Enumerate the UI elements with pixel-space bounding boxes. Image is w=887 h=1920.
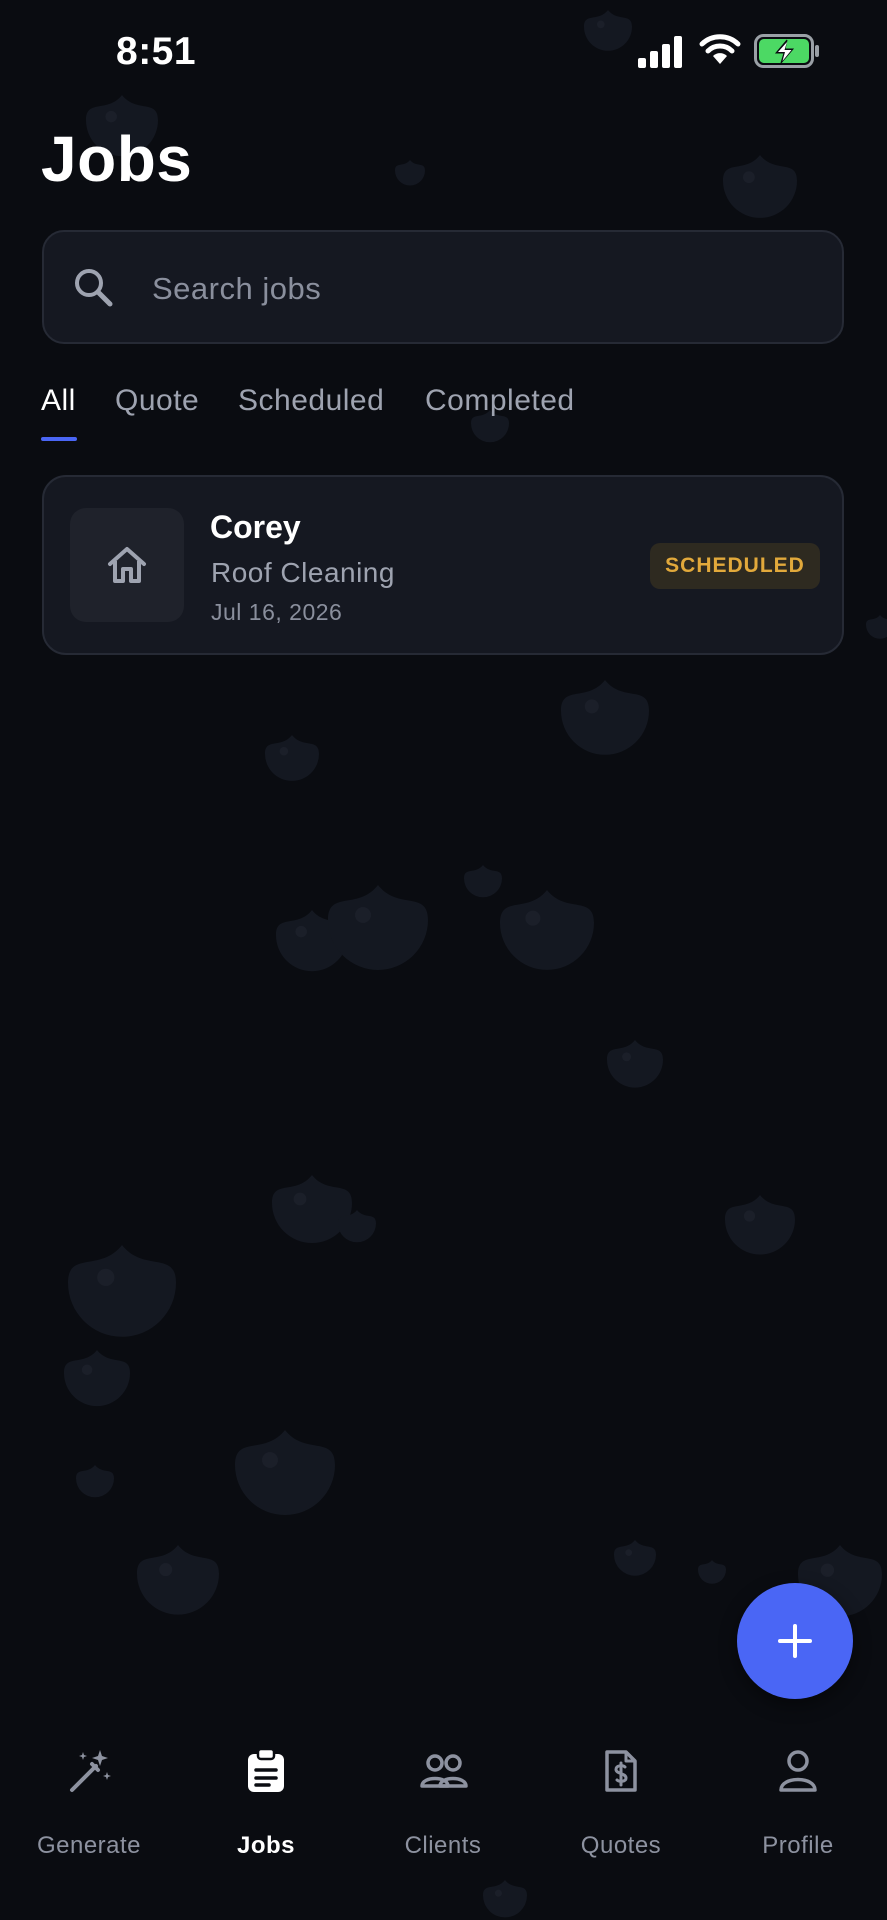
job-date: Jul 16, 2026 [211,599,343,625]
raindrop-highlight [355,907,371,923]
raindrop-shape [137,1545,219,1615]
clipboard-icon [248,1748,284,1792]
nav-label-profile: Profile [762,1832,834,1859]
raindrop-highlight [820,1563,835,1577]
raindrop-shape [464,865,502,898]
raindrop-shape [866,615,887,639]
search-bar[interactable] [42,230,844,344]
nav-item-jobs[interactable]: Jobs [186,1748,346,1859]
battery-charging-icon [754,34,819,68]
bottom-nav: Generate Jobs Clients Quotes Profile [0,1720,887,1920]
raindrop-shape [500,890,594,970]
search-input[interactable] [150,258,804,320]
people-icon [420,1754,468,1788]
raindrop-shape [76,1465,114,1498]
raindrop-shape [725,1195,795,1255]
page-title: Jobs [41,123,193,195]
tab-quote[interactable]: Quote [115,384,199,418]
raindrop-highlight [97,1268,115,1287]
house-icon [108,547,146,583]
raindrop-highlight [105,110,117,123]
nav-label-clients: Clients [404,1832,482,1859]
magic-wand-icon [70,1750,111,1792]
plus-icon [778,1624,812,1658]
raindrop-highlight [743,1210,756,1222]
raindrop-highlight [81,1364,93,1376]
nav-item-generate[interactable]: Generate [9,1748,169,1859]
raindrop-shape [723,155,797,218]
status-bar: 8:51 [0,0,887,105]
search-icon [75,269,113,307]
raindrop-shape [265,735,319,781]
wifi-icon [699,34,741,64]
nav-item-clients[interactable]: Clients [363,1748,523,1859]
raindrop-highlight [279,746,289,756]
raindrop-shape [395,160,425,186]
nav-item-profile[interactable]: Profile [718,1748,878,1859]
tab-scheduled[interactable]: Scheduled [238,384,384,418]
nav-item-quotes[interactable]: Quotes [541,1748,701,1859]
raindrop-shape [68,1245,176,1337]
raindrop-shape [235,1430,335,1515]
raindrop-highlight [625,1549,633,1556]
nav-label-quotes: Quotes [580,1832,662,1859]
job-thumbnail [70,508,184,622]
person-icon [779,1750,817,1792]
raindrop-shape [272,1175,352,1243]
raindrop-highlight [622,1052,632,1062]
add-job-button[interactable] [737,1583,853,1699]
raindrop-shape [614,1540,656,1576]
raindrop-highlight [293,1192,307,1206]
tab-all[interactable]: All [41,384,76,418]
raindrop-highlight [742,171,755,184]
job-card[interactable]: Corey Roof Cleaning Jul 16, 2026 SCHEDUL… [42,475,844,655]
dollar-document-icon [605,1750,637,1792]
status-badge: SCHEDULED [650,543,820,589]
raindrop-shape [561,680,649,755]
status-time: 8:51 [116,30,197,73]
jobs-screen: 8:51 Jobs All Quote Sc [0,0,887,1920]
raindrop-shape [64,1350,130,1407]
raindrop-shape [698,1560,726,1584]
job-service: Roof Cleaning [211,557,395,588]
nav-label-generate: Generate [36,1832,142,1859]
active-tab-indicator [41,437,77,441]
raindrop-highlight [525,910,541,926]
raindrop-shape [328,885,428,970]
nav-label-jobs: Jobs [236,1832,295,1859]
raindrop-highlight [295,925,307,938]
signal-icon [638,36,682,68]
raindrop-shape [607,1040,663,1088]
raindrop-highlight [159,1563,173,1577]
filter-tabs: All Quote Scheduled Completed [41,384,661,444]
raindrop-highlight [262,1452,278,1468]
job-client-name: Corey [210,509,301,545]
tab-completed[interactable]: Completed [425,384,575,418]
raindrop-highlight [584,699,599,714]
